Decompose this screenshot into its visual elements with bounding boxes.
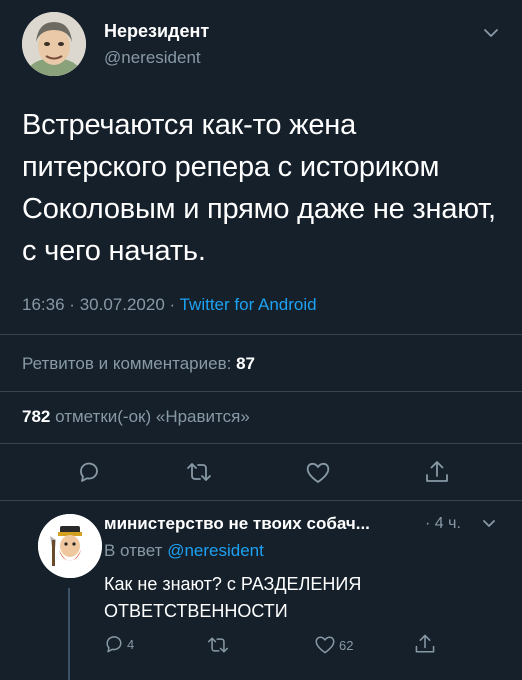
reply-author-display-name[interactable]: министерство не твоих собач...: [104, 514, 370, 534]
likes-count: 782: [22, 407, 51, 426]
tweet-source-link[interactable]: Twitter for Android: [180, 295, 317, 314]
reply-icon[interactable]: [76, 459, 102, 490]
heart-icon[interactable]: [304, 460, 332, 491]
thread-line: [68, 588, 70, 680]
author-avatar[interactable]: [22, 12, 86, 76]
retweet-icon[interactable]: [205, 634, 231, 661]
tweet-time: 16:36: [22, 295, 65, 314]
like-count: 62: [339, 637, 354, 653]
divider: [0, 391, 522, 392]
heart-icon[interactable]: 62: [313, 634, 353, 656]
retweet-icon[interactable]: [184, 459, 214, 490]
meta-separator: ·: [169, 295, 176, 314]
retweets-stat[interactable]: Ретвитов и комментариев: 87: [22, 354, 255, 374]
author-display-name[interactable]: Нерезидент: [104, 21, 209, 42]
share-icon[interactable]: [413, 632, 437, 661]
in-reply-to: В ответ @neresident: [104, 541, 264, 561]
meta-separator: ·: [69, 295, 75, 314]
reply-time[interactable]: · 4 ч.: [425, 515, 461, 533]
likes-label: отметки(-ок) «Нравится»: [55, 407, 250, 426]
author-handle[interactable]: @neresident: [104, 48, 201, 68]
share-icon[interactable]: [423, 458, 451, 491]
retweets-count: 87: [236, 354, 255, 373]
in-reply-prefix: В ответ: [104, 541, 163, 560]
chevron-down-icon[interactable]: [482, 26, 500, 44]
tweet-date: 30.07.2020: [79, 295, 165, 314]
retweets-label: Ретвитов и комментариев:: [22, 354, 232, 373]
divider: [0, 443, 522, 444]
tweet-text: Встречаются как-то жена питерского репер…: [22, 109, 496, 267]
tweet-meta: 16:36 · 30.07.2020 · Twitter for Android: [22, 295, 317, 315]
divider: [0, 334, 522, 335]
divider: [0, 500, 522, 501]
reply-icon[interactable]: 4: [103, 633, 134, 655]
in-reply-handle[interactable]: @neresident: [167, 541, 264, 560]
chevron-down-icon[interactable]: [481, 517, 497, 535]
reply-count: 4: [127, 636, 135, 652]
likes-stat[interactable]: 782 отметки(-ок) «Нравится»: [22, 407, 250, 427]
reply-text: Как не знают? с РАЗДЕЛЕНИЯ ОТВЕТСТВЕННОС…: [104, 574, 362, 621]
reply-author-avatar[interactable]: [38, 514, 102, 578]
